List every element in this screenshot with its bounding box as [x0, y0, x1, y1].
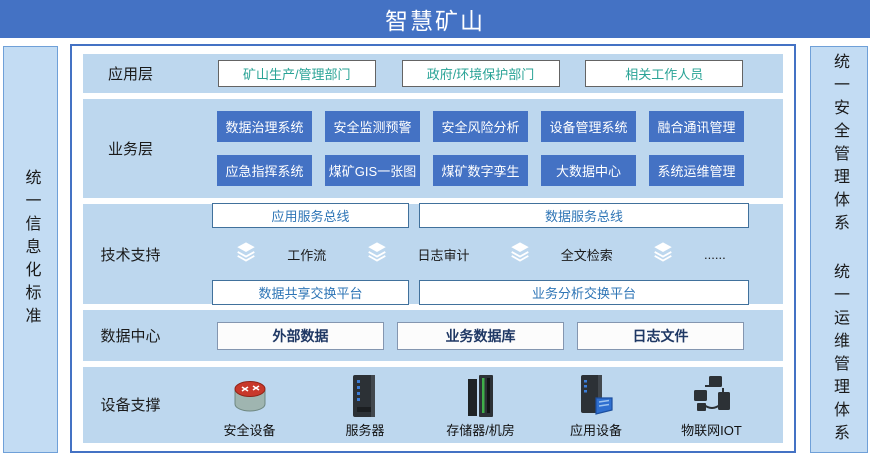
layer-tech-label: 技术支持	[83, 204, 178, 304]
layer-tech-content: 应用服务总线 数据服务总线 工作流 日志审计 全文检索	[178, 204, 783, 304]
right-pillar-label-ops: 统一运维管理体系	[831, 263, 848, 447]
device-item-storage: 存储器/机房	[431, 371, 531, 439]
device-item-label: 应用设备	[570, 420, 622, 439]
layer-device-content: 安全设备 服务器	[178, 367, 783, 443]
device-item-label: 存储器/机房	[446, 420, 515, 439]
layer-data-label: 数据中心	[83, 310, 178, 360]
tech-middleware-row: 工作流 日志审计 全文检索 ......	[178, 241, 783, 267]
storage-rack-icon	[464, 371, 498, 418]
biz-btn-gis-one-map[interactable]: 煤矿GIS一张图	[325, 155, 420, 186]
layer-data-content: 外部数据 业务数据库 日志文件	[178, 310, 783, 360]
tech-box-business-analysis-platform[interactable]: 业务分析交换平台	[419, 280, 749, 305]
biz-btn-equipment-mgmt[interactable]: 设备管理系统	[541, 111, 636, 142]
data-box-log-files[interactable]: 日志文件	[577, 322, 744, 350]
biz-btn-data-governance[interactable]: 数据治理系统	[217, 111, 312, 142]
smart-mine-architecture-diagram: 智慧矿山 统一信息化标准 统一安全管理体系统一运维管理体系 应用层 矿山生产/管…	[0, 0, 870, 457]
biz-btn-big-data-center[interactable]: 大数据中心	[541, 155, 636, 186]
page-title: 智慧矿山	[385, 2, 485, 36]
biz-btn-digital-twin[interactable]: 煤矿数字孪生	[433, 155, 528, 186]
tech-box-data-share-platform[interactable]: 数据共享交换平台	[212, 280, 409, 305]
layers-icon	[509, 241, 531, 267]
layer-application: 应用层 矿山生产/管理部门 政府/环境保护部门 相关工作人员	[83, 54, 783, 93]
tech-item-label: 全文检索	[561, 245, 613, 264]
tech-box-data-service-bus[interactable]: 数据服务总线	[419, 203, 749, 228]
left-pillar-label: 统一信息化标准	[23, 169, 39, 330]
tech-item-label: ......	[704, 247, 726, 262]
business-row-2: 应急指挥系统 煤矿GIS一张图 煤矿数字孪生 大数据中心 系统运维管理	[217, 155, 744, 186]
layer-device-support: 设备支撑 安全设备	[83, 367, 783, 443]
biz-btn-emergency-command[interactable]: 应急指挥系统	[217, 155, 312, 186]
architecture-frame: 应用层 矿山生产/管理部门 政府/环境保护部门 相关工作人员 业务层 数据治理系…	[70, 44, 796, 453]
tech-item-workflow: 工作流	[235, 241, 326, 267]
device-item-security: 安全设备	[200, 371, 300, 439]
biz-btn-comm-mgmt[interactable]: 融合通讯管理	[649, 111, 744, 142]
right-pillar-label-security: 统一安全管理体系	[831, 53, 848, 237]
device-item-app-device: 应用设备	[546, 371, 646, 439]
tech-box-app-service-bus[interactable]: 应用服务总线	[212, 203, 409, 228]
layers-icon	[652, 241, 674, 267]
biz-btn-risk-analysis[interactable]: 安全风险分析	[433, 111, 528, 142]
layer-business: 业务层 数据治理系统 安全监测预警 安全风险分析 设备管理系统 融合通讯管理 应…	[83, 99, 783, 199]
layers-icon	[235, 241, 257, 267]
tech-bus-row: 应用服务总线 数据服务总线	[178, 203, 783, 228]
data-box-external-data[interactable]: 外部数据	[217, 322, 384, 350]
tech-item-label: 日志审计	[418, 245, 470, 264]
layer-application-content: 矿山生产/管理部门 政府/环境保护部门 相关工作人员	[178, 54, 783, 93]
tech-platform-row: 数据共享交换平台 业务分析交换平台	[178, 280, 783, 305]
tech-item-log-audit: 日志审计	[366, 241, 470, 267]
tech-item-more: ......	[652, 241, 726, 267]
left-pillar-unified-info-standard: 统一信息化标准	[3, 46, 58, 453]
data-box-business-database[interactable]: 业务数据库	[397, 322, 564, 350]
biz-btn-safety-monitoring[interactable]: 安全监测预警	[325, 111, 420, 142]
device-item-label: 物联网IOT	[681, 420, 742, 439]
biz-btn-system-ops[interactable]: 系统运维管理	[649, 155, 744, 186]
layer-application-label: 应用层	[83, 54, 178, 93]
tech-item-label: 工作流	[287, 245, 326, 264]
device-item-label: 安全设备	[223, 420, 275, 439]
layer-business-content: 数据治理系统 安全监测预警 安全风险分析 设备管理系统 融合通讯管理 应急指挥系…	[178, 99, 783, 199]
right-pillar-management-systems: 统一安全管理体系统一运维管理体系	[810, 46, 868, 453]
app-box-government-env-dept[interactable]: 政府/环境保护部门	[402, 60, 560, 87]
layer-data-center: 数据中心 外部数据 业务数据库 日志文件	[83, 310, 783, 360]
layer-device-label: 设备支撑	[83, 367, 178, 443]
title-banner: 智慧矿山	[0, 0, 870, 38]
layer-tech-support: 技术支持 应用服务总线 数据服务总线 工作流 日志审计	[83, 204, 783, 304]
app-box-related-staff[interactable]: 相关工作人员	[585, 60, 743, 87]
server-icon	[348, 371, 382, 418]
security-device-icon	[227, 371, 273, 418]
layers-icon	[366, 241, 388, 267]
device-item-label: 服务器	[345, 420, 384, 439]
business-row-1: 数据治理系统 安全监测预警 安全风险分析 设备管理系统 融合通讯管理	[217, 111, 744, 142]
app-box-mine-production-dept[interactable]: 矿山生产/管理部门	[218, 60, 376, 87]
tech-item-fulltext-search: 全文检索	[509, 241, 613, 267]
app-device-icon	[576, 371, 616, 418]
device-item-iot: 物联网IOT	[662, 371, 762, 439]
layer-business-label: 业务层	[83, 99, 178, 199]
device-item-server: 服务器	[315, 371, 415, 439]
iot-network-icon	[689, 371, 735, 418]
right-pillar-labels: 统一安全管理体系统一运维管理体系	[831, 53, 847, 447]
